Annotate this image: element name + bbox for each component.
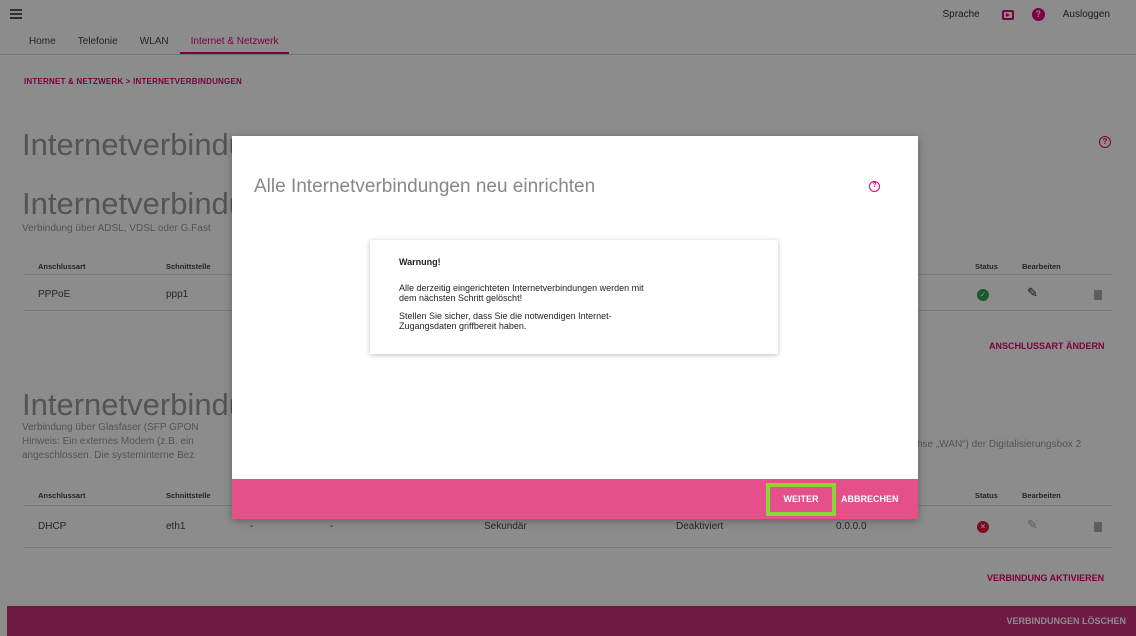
dialog: Alle Internetverbindungen neu einrichten… [232, 136, 918, 519]
warning-title: Warnung! [399, 257, 441, 267]
dialog-footer: WEITER ABBRECHEN [232, 479, 918, 519]
continue-button[interactable]: WEITER [766, 483, 836, 516]
warning-text: Zugangsdaten griffbereit haben. [399, 321, 527, 331]
cancel-button[interactable]: ABBRECHEN [841, 494, 899, 504]
dialog-title: Alle Internetverbindungen neu einrichten [254, 176, 596, 197]
warning-text: dem nächsten Schritt gelöscht! [399, 293, 523, 303]
dialog-help-icon[interactable]: ? [869, 181, 880, 192]
warning-text: Stellen Sie sicher, dass Sie die notwend… [399, 311, 612, 321]
warning-card: Warnung! Alle derzeitig eingerichteten I… [370, 240, 778, 354]
warning-text: Alle derzeitig eingerichteten Internetve… [399, 283, 644, 293]
